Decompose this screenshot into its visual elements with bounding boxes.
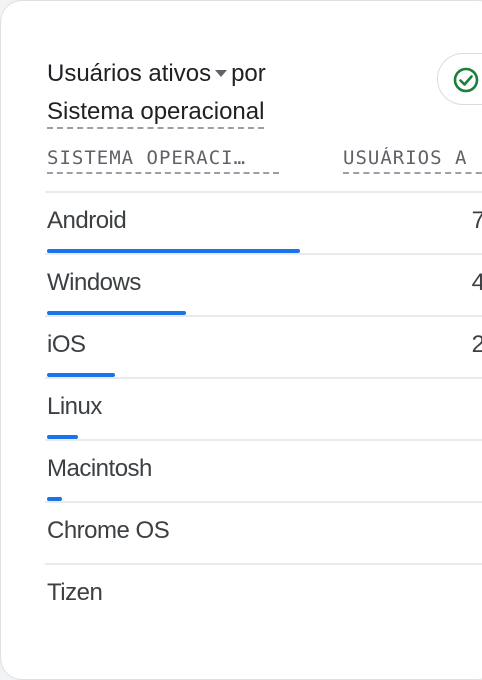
card-title: Usuários ativos por Sistema operacional: [47, 55, 337, 131]
column-header-users[interactable]: USUÁRIOS A: [343, 147, 482, 174]
table-row[interactable]: Android 7: [45, 191, 482, 253]
table-row[interactable]: Macintosh: [45, 439, 482, 501]
row-label: Windows: [47, 269, 141, 296]
row-label: Macintosh: [47, 455, 152, 482]
table-row[interactable]: iOS 2: [45, 315, 482, 377]
caret-down-icon: [215, 69, 228, 77]
column-header-os[interactable]: SISTEMA OPERACI…: [47, 147, 279, 174]
status-chip[interactable]: [437, 53, 482, 105]
table-row[interactable]: Chrome OS: [45, 501, 482, 563]
row-value: 2: [472, 331, 482, 359]
table-row[interactable]: Windows 4: [45, 253, 482, 315]
metric-label: Usuários ativos: [47, 60, 212, 87]
row-label: Tizen: [47, 579, 103, 606]
metric-selector[interactable]: Usuários ativos: [47, 60, 231, 87]
table-body: Android 7 Windows 4 iOS 2 Linux Macintos…: [45, 191, 482, 625]
row-value: 4: [472, 269, 482, 297]
check-circle-icon: [453, 67, 479, 93]
table-header: SISTEMA OPERACI… USUÁRIOS A: [47, 143, 482, 177]
title-connector: por: [231, 60, 266, 87]
row-label: iOS: [47, 331, 86, 358]
row-label: Linux: [47, 393, 102, 420]
row-label: Android: [47, 207, 127, 234]
dimension-selector[interactable]: Sistema operacional: [47, 98, 265, 129]
active-users-by-os-card: Usuários ativos por Sistema operacional S…: [0, 0, 482, 680]
row-value: 7: [472, 207, 482, 235]
table-row[interactable]: Linux: [45, 377, 482, 439]
table-row[interactable]: Tizen: [45, 563, 482, 625]
row-label: Chrome OS: [47, 517, 170, 544]
